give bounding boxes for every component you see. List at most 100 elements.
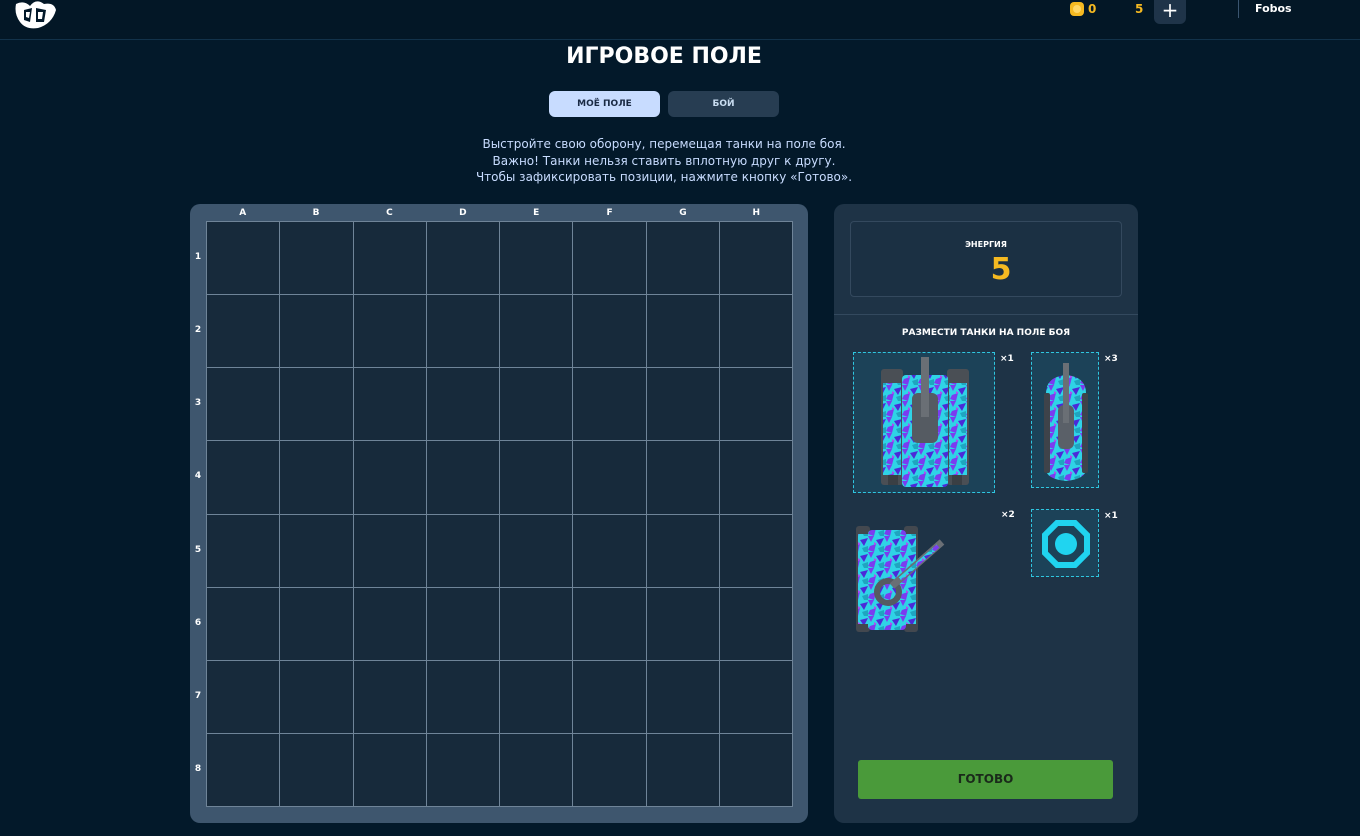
board-cell[interactable] bbox=[646, 514, 720, 588]
board-cell[interactable] bbox=[280, 368, 354, 442]
column-label: B bbox=[312, 208, 320, 218]
board-cell[interactable] bbox=[719, 222, 793, 296]
board-cell[interactable] bbox=[646, 222, 720, 296]
board-cell[interactable] bbox=[500, 222, 574, 296]
row-label: 7 bbox=[194, 691, 202, 702]
coin-count: 0 bbox=[1088, 2, 1097, 16]
board-cell[interactable] bbox=[573, 660, 647, 734]
board-cell[interactable] bbox=[719, 368, 793, 442]
board-cell[interactable] bbox=[426, 587, 500, 661]
heavy-tank-slot[interactable] bbox=[853, 352, 995, 493]
board-cell[interactable] bbox=[207, 514, 281, 588]
board-cell[interactable] bbox=[353, 514, 427, 588]
place-tanks-title: РАЗМЕСТИ ТАНКИ НА ПОЛЕ БОЯ bbox=[901, 328, 1071, 338]
heavy-tank-icon bbox=[881, 357, 969, 487]
board-cell[interactable] bbox=[280, 295, 354, 369]
board-cell[interactable] bbox=[280, 514, 354, 588]
column-label: D bbox=[459, 208, 467, 218]
instructions: Выстройте свою оборону, перемещая танки … bbox=[380, 136, 948, 186]
light-tank-slot[interactable] bbox=[1031, 352, 1099, 488]
board-cell[interactable] bbox=[280, 222, 354, 296]
board-cell[interactable] bbox=[719, 660, 793, 734]
board-cell[interactable] bbox=[573, 295, 647, 369]
row-label: 5 bbox=[194, 544, 202, 555]
row-label: 4 bbox=[194, 471, 202, 482]
ready-button[interactable]: ГОТОВО bbox=[858, 760, 1113, 799]
add-energy-button[interactable]: + bbox=[1154, 0, 1186, 24]
board-cell[interactable] bbox=[426, 368, 500, 442]
board-cell[interactable] bbox=[280, 587, 354, 661]
shield-mine-slot[interactable] bbox=[1031, 509, 1099, 577]
board-cell[interactable] bbox=[207, 733, 281, 807]
board-cell[interactable] bbox=[500, 368, 574, 442]
board-cell[interactable] bbox=[719, 514, 793, 588]
board-cell[interactable] bbox=[280, 733, 354, 807]
board-cell[interactable] bbox=[646, 441, 720, 515]
board-cell[interactable] bbox=[719, 295, 793, 369]
board-cell[interactable] bbox=[207, 295, 281, 369]
logo-icon[interactable] bbox=[14, 0, 58, 30]
board-cell[interactable] bbox=[500, 660, 574, 734]
board-cell[interactable] bbox=[353, 295, 427, 369]
board-cell[interactable] bbox=[426, 441, 500, 515]
board-cell[interactable] bbox=[573, 222, 647, 296]
board-cell[interactable] bbox=[353, 368, 427, 442]
board-cell[interactable] bbox=[207, 441, 281, 515]
light-tank-qty: ×3 bbox=[1104, 354, 1118, 364]
medium-tank[interactable] bbox=[852, 520, 946, 638]
tab-battle[interactable]: БОЙ bbox=[668, 91, 779, 117]
board-cell[interactable] bbox=[353, 660, 427, 734]
energy-value: 5 bbox=[990, 252, 1012, 287]
board-cell[interactable] bbox=[719, 441, 793, 515]
board-cell[interactable] bbox=[426, 222, 500, 296]
top-bar: 0 5 + Fobos bbox=[0, 0, 1360, 40]
board-cell[interactable] bbox=[426, 660, 500, 734]
shield-mine-qty: ×1 bbox=[1104, 511, 1118, 521]
board-cell[interactable] bbox=[719, 587, 793, 661]
board-cell[interactable] bbox=[207, 587, 281, 661]
board-cell[interactable] bbox=[573, 587, 647, 661]
board-cell[interactable] bbox=[646, 587, 720, 661]
heavy-tank-qty: ×1 bbox=[1000, 354, 1014, 364]
energy-box: ЭНЕРГИЯ 5 bbox=[850, 221, 1122, 297]
page-title: ИГРОВОЕ ПОЛЕ bbox=[566, 44, 762, 69]
board-cell[interactable] bbox=[573, 368, 647, 442]
divider bbox=[834, 314, 1138, 315]
board-cell[interactable] bbox=[280, 660, 354, 734]
board-cell[interactable] bbox=[646, 295, 720, 369]
board-cell[interactable] bbox=[207, 222, 281, 296]
board-cell[interactable] bbox=[500, 587, 574, 661]
board-cell[interactable] bbox=[573, 733, 647, 807]
board-cell[interactable] bbox=[500, 514, 574, 588]
username[interactable]: Fobos bbox=[1255, 2, 1292, 15]
row-label: 8 bbox=[194, 764, 202, 775]
board-cell[interactable] bbox=[426, 733, 500, 807]
board-cell[interactable] bbox=[207, 660, 281, 734]
tab-my-field[interactable]: МОЁ ПОЛЕ bbox=[549, 91, 660, 117]
board-cell[interactable] bbox=[353, 587, 427, 661]
board-cell[interactable] bbox=[353, 441, 427, 515]
board-cell[interactable] bbox=[280, 441, 354, 515]
board-cell[interactable] bbox=[573, 514, 647, 588]
board-cell[interactable] bbox=[207, 368, 281, 442]
board-cell[interactable] bbox=[353, 222, 427, 296]
board-cell[interactable] bbox=[500, 733, 574, 807]
board-cell[interactable] bbox=[646, 368, 720, 442]
board-cell[interactable] bbox=[426, 295, 500, 369]
column-label: F bbox=[606, 208, 613, 218]
game-board: A B C D E F G H 1 2 3 4 5 6 7 8 bbox=[190, 204, 808, 823]
board-cell[interactable] bbox=[646, 733, 720, 807]
board-cell[interactable] bbox=[573, 441, 647, 515]
board-cell[interactable] bbox=[500, 441, 574, 515]
board-cell[interactable] bbox=[500, 295, 574, 369]
instruction-line: Выстройте свою оборону, перемещая танки … bbox=[482, 137, 846, 151]
octagon-shield-icon bbox=[1042, 520, 1090, 568]
board-cell[interactable] bbox=[719, 733, 793, 807]
row-label: 3 bbox=[194, 398, 202, 409]
board-cell[interactable] bbox=[426, 514, 500, 588]
board-cell[interactable] bbox=[646, 660, 720, 734]
column-label: A bbox=[239, 208, 247, 218]
board-cell[interactable] bbox=[353, 733, 427, 807]
column-label: C bbox=[386, 208, 393, 218]
column-label: H bbox=[752, 208, 761, 218]
